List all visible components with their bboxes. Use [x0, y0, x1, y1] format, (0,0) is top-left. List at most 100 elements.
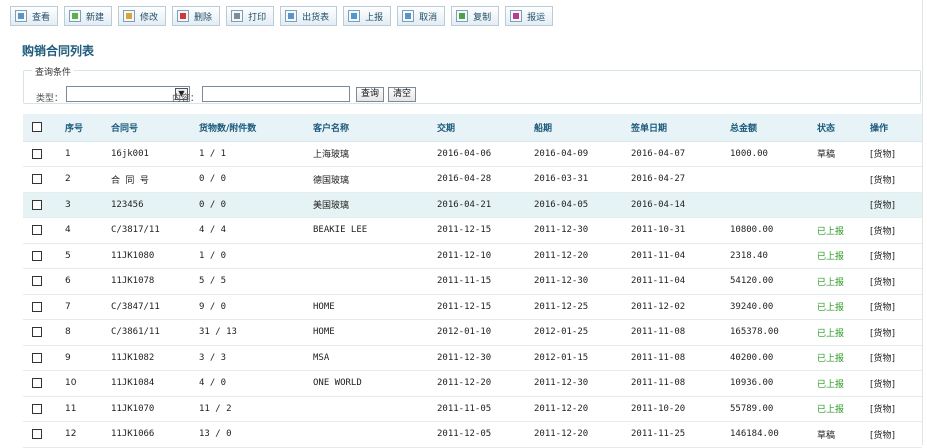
- row-checkbox[interactable]: [32, 403, 42, 414]
- col-header-sign-date: 签单日期: [631, 114, 730, 142]
- row-action[interactable]: [货物]: [870, 370, 922, 397]
- row-delivery: 2011-12-10: [437, 243, 534, 269]
- row-customer: HOME: [313, 294, 437, 320]
- table-row[interactable]: 12 11JK1066 13 / 0 2011-12-05 2011-12-20 2011…: [23, 421, 922, 448]
- row-status: [817, 192, 870, 218]
- row-no: 5: [65, 243, 111, 269]
- row-action[interactable]: [货物]: [870, 268, 922, 295]
- row-checkbox-cell[interactable]: [23, 421, 65, 448]
- col-header-status: 状态: [817, 114, 870, 142]
- toolbar-button-7[interactable]: 取消: [397, 6, 446, 26]
- row-no: 7: [65, 294, 111, 320]
- select-all-checkbox-cell[interactable]: [23, 114, 65, 142]
- toolbar-button-1[interactable]: 新建: [64, 6, 113, 26]
- row-action[interactable]: [货物]: [870, 396, 922, 422]
- toolbar-button-6[interactable]: 上报: [343, 6, 392, 26]
- copy-icon: [456, 10, 469, 22]
- row-no: 9: [65, 345, 111, 371]
- row-contract: C/3817/11: [111, 217, 199, 244]
- row-checkbox[interactable]: [32, 327, 42, 337]
- content-input[interactable]: [202, 86, 350, 102]
- row-no: 4: [65, 217, 111, 244]
- row-checkbox-cell[interactable]: [23, 370, 65, 397]
- table-row[interactable]: 9 11JK1082 3 / 3 MSA 2011-12-30 2012-01-15 201…: [23, 345, 922, 371]
- row-counts: 9 / 0: [199, 294, 313, 320]
- row-action[interactable]: [货物]: [870, 421, 922, 448]
- row-ship: 2016-04-09: [534, 141, 631, 167]
- row-checkbox-cell[interactable]: [23, 319, 65, 346]
- table-row[interactable]: 4 C/3817/11 4 / 4 BEAKIE LEE 2011-12-15 2011-…: [23, 217, 922, 244]
- row-sign-date: 2011-11-25: [631, 421, 730, 448]
- row-checkbox[interactable]: [32, 352, 42, 363]
- row-checkbox[interactable]: [32, 225, 42, 235]
- row-amount: 146184.00: [730, 421, 817, 448]
- table-row[interactable]: 6 11JK1078 5 / 5 2011-11-15 2011-12-30 2011-1…: [23, 268, 922, 295]
- col-header-customer: 客户名称: [313, 114, 437, 142]
- row-action[interactable]: [货物]: [870, 217, 922, 244]
- table-row[interactable]: 3 123456 0 / 0 美国玻璃 2016-04-21 2016-04-05 2016…: [23, 192, 922, 218]
- row-amount: 10800.00: [730, 217, 817, 244]
- table-row[interactable]: 11 11JK1070 11 / 2 2011-11-05 2011-12-20 2011…: [23, 396, 922, 422]
- row-sign-date: 2016-04-14: [631, 192, 730, 218]
- row-action[interactable]: [货物]: [870, 345, 922, 371]
- row-no: 8: [65, 319, 111, 346]
- row-status: [817, 166, 870, 193]
- row-customer: HOME: [313, 319, 437, 346]
- toolbar-button-3[interactable]: 删除: [172, 6, 221, 26]
- row-checkbox-cell[interactable]: [23, 294, 65, 320]
- toolbar-button-0[interactable]: 查看: [10, 6, 59, 26]
- toolbar-button-4[interactable]: 打印: [226, 6, 275, 26]
- toolbar-button-8[interactable]: 复制: [451, 6, 500, 26]
- row-amount: [730, 192, 817, 218]
- row-contract: 11JK1080: [111, 243, 199, 269]
- row-checkbox-cell[interactable]: [23, 141, 65, 167]
- row-contract: 123456: [111, 192, 199, 218]
- row-ship: 2011-12-30: [534, 370, 631, 397]
- row-checkbox[interactable]: [32, 301, 42, 312]
- row-action[interactable]: [货物]: [870, 319, 922, 346]
- row-customer: 德国玻璃: [313, 166, 437, 193]
- clear-button[interactable]: 清空: [388, 87, 417, 102]
- row-ship: 2016-03-31: [534, 166, 631, 193]
- row-checkbox-cell[interactable]: [23, 396, 65, 422]
- row-checkbox-cell[interactable]: [23, 345, 65, 371]
- toolbar-button-5[interactable]: 出货表: [280, 6, 338, 26]
- table-row[interactable]: 5 11JK1080 1 / 0 2011-12-10 2011-12-20 2011-1…: [23, 243, 922, 269]
- row-contract: 11JK1066: [111, 421, 199, 448]
- row-checkbox-cell[interactable]: [23, 268, 65, 295]
- search-button[interactable]: 查询: [356, 87, 385, 102]
- row-checkbox[interactable]: [32, 148, 42, 159]
- row-action[interactable]: [货物]: [870, 166, 922, 193]
- delete-icon: [177, 10, 190, 22]
- row-checkbox-cell[interactable]: [23, 192, 65, 218]
- toolbar-button-9[interactable]: 报运: [505, 6, 554, 26]
- toolbar-button-label: 查看: [32, 12, 51, 23]
- toolbar-button-2[interactable]: 修改: [118, 6, 167, 26]
- table-row[interactable]: 8 C/3861/11 31 / 13 HOME 2012-01-10 2012-01-2…: [23, 319, 922, 346]
- row-action[interactable]: [货物]: [870, 192, 922, 218]
- table-row[interactable]: 7 C/3847/11 9 / 0 HOME 2011-12-15 2011-12-25 2…: [23, 294, 922, 320]
- row-action[interactable]: [货物]: [870, 243, 922, 269]
- row-checkbox-cell[interactable]: [23, 166, 65, 193]
- row-checkbox[interactable]: [32, 174, 42, 184]
- table-row[interactable]: 1 16jk001 1 / 1 上海玻璃 2016-04-06 2016-04-09 201…: [23, 141, 922, 167]
- row-checkbox[interactable]: [32, 429, 42, 439]
- table-row[interactable]: 10 11JK1084 4 / 0 ONE WORLD 2011-12-20 2011-1…: [23, 370, 922, 397]
- row-checkbox[interactable]: [32, 378, 42, 388]
- select-all-checkbox[interactable]: [32, 122, 42, 132]
- row-checkbox-cell[interactable]: [23, 217, 65, 244]
- row-action[interactable]: [货物]: [870, 141, 922, 167]
- row-counts: 1 / 0: [199, 243, 313, 269]
- row-contract: C/3861/11: [111, 319, 199, 346]
- table-row[interactable]: 2合 同 号0 / 0 德国玻璃 2016-04-28 2016-03-31 2016-…: [23, 166, 922, 193]
- row-checkbox[interactable]: [32, 250, 42, 261]
- row-checkbox[interactable]: [32, 276, 42, 286]
- row-sign-date: 2011-11-04: [631, 268, 730, 295]
- row-ship: 2011-12-20: [534, 396, 631, 422]
- row-checkbox[interactable]: [32, 199, 42, 210]
- row-ship: 2011-12-30: [534, 268, 631, 295]
- row-delivery: 2011-11-15: [437, 268, 534, 295]
- row-action[interactable]: [货物]: [870, 294, 922, 320]
- row-checkbox-cell[interactable]: [23, 243, 65, 269]
- row-delivery: 2011-12-20: [437, 370, 534, 397]
